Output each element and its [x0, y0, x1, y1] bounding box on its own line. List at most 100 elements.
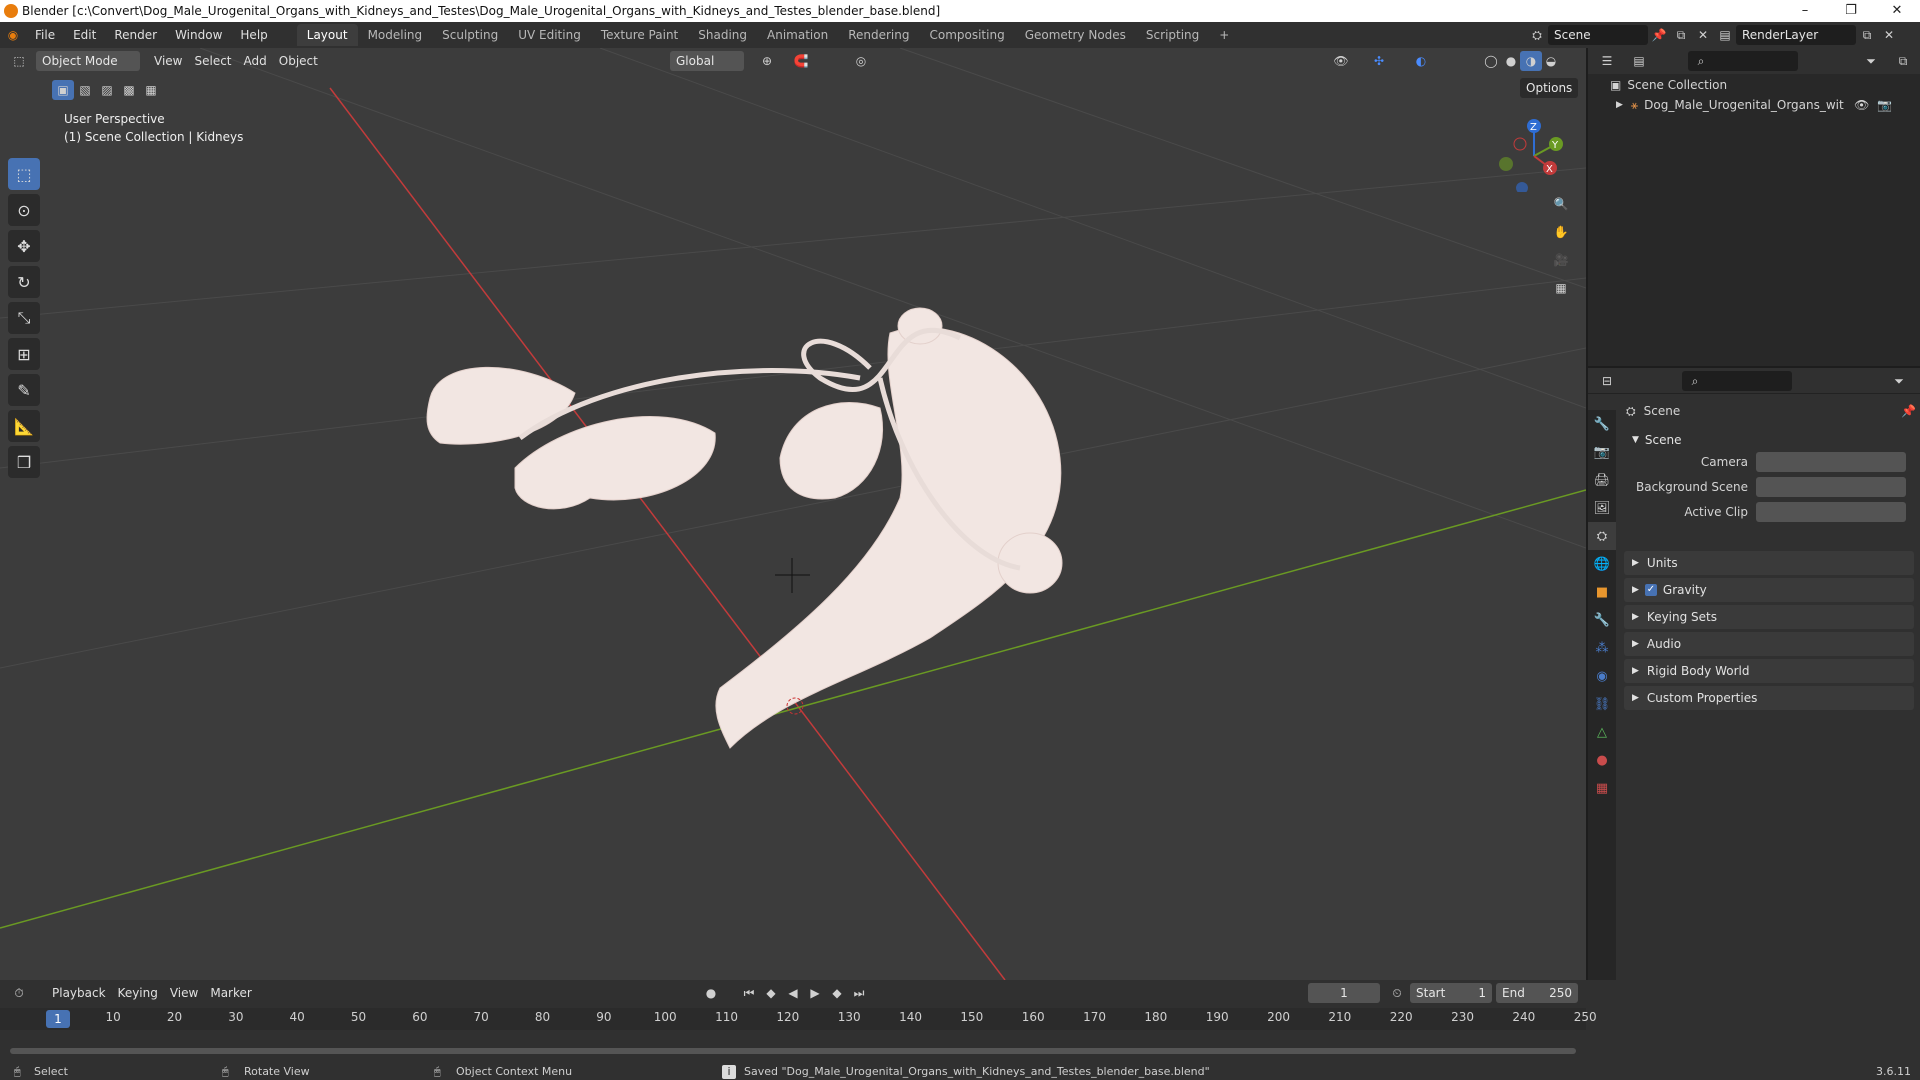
rotate-tool[interactable]: ↻ — [8, 266, 40, 298]
close-button[interactable]: ✕ — [1874, 0, 1920, 22]
record-icon[interactable]: ● — [700, 983, 722, 1003]
menu-render[interactable]: Render — [105, 28, 166, 42]
viewport-menu-select[interactable]: Select — [188, 51, 237, 71]
active-clip-field[interactable] — [1756, 502, 1906, 522]
timeline-menu-view[interactable]: View — [164, 983, 204, 1003]
physics-tab-icon[interactable]: ◉ — [1588, 662, 1616, 690]
pin-icon[interactable]: 📌 — [1648, 25, 1670, 45]
overlay-toggle-icon[interactable]: ◐ — [1410, 51, 1432, 71]
editor-type-icon[interactable]: ⬚ — [8, 51, 30, 71]
camera-view-icon[interactable]: 🎥 — [1550, 250, 1572, 270]
measure-tool[interactable]: 📐 — [8, 410, 40, 442]
menu-edit[interactable]: Edit — [64, 28, 105, 42]
timeline-scrollbar[interactable] — [10, 1048, 1576, 1054]
render-camera-icon[interactable]: 📷 — [1877, 98, 1892, 112]
tab-rendering[interactable]: Rendering — [838, 24, 919, 46]
select-extend-icon[interactable]: ▧ — [74, 80, 96, 100]
eye-visibility-icon[interactable]: 👁 — [1854, 98, 1869, 112]
start-frame-field[interactable]: Start 1 — [1410, 983, 1492, 1003]
new-scene-icon[interactable]: ⧉ — [1670, 25, 1692, 45]
expand-arrow-icon[interactable]: ▶ — [1616, 100, 1623, 110]
particles-tab-icon[interactable]: ⁂ — [1588, 634, 1616, 662]
menu-marker[interactable]: Marker — [204, 983, 257, 1003]
tool-tab-icon[interactable]: 🔧 — [1588, 410, 1616, 438]
material-tab-icon[interactable]: ● — [1588, 746, 1616, 774]
delete-scene-icon[interactable]: ✕ — [1692, 25, 1714, 45]
scale-tool[interactable]: ⤡ — [8, 302, 40, 334]
current-frame-marker[interactable]: 1 — [46, 1010, 70, 1028]
panel-scene[interactable]: ▼ Scene — [1624, 428, 1914, 452]
viewport-menu-object[interactable]: Object — [273, 51, 324, 71]
new-collection-icon[interactable]: ⧉ — [1892, 51, 1914, 71]
menu-keying[interactable]: Keying — [112, 983, 164, 1003]
pivot-icon[interactable]: ⊕ — [756, 51, 778, 71]
current-frame-field[interactable]: 1 — [1308, 983, 1380, 1003]
select-box-tool[interactable]: ⬚ — [8, 158, 40, 190]
viewport-menu-add[interactable]: Add — [238, 51, 273, 71]
tab-layout[interactable]: Layout — [296, 24, 358, 46]
frame-ruler[interactable]: 1 10 20 30 40 50 60 70 80 90 100 110 120 130 140 150 16… — [0, 1008, 1597, 1030]
panel-audio[interactable]: ▶ Audio — [1624, 632, 1914, 656]
pan-hand-icon[interactable]: ✋ — [1550, 222, 1572, 242]
move-tool[interactable]: ✥ — [8, 230, 40, 262]
wireframe-shading-icon[interactable]: ◯ — [1480, 51, 1502, 71]
outliner-editor-icon[interactable]: ☰ — [1596, 51, 1618, 71]
panel-units[interactable]: ▶ Units — [1624, 551, 1914, 575]
visibility-icon[interactable]: 👁 — [1330, 51, 1352, 71]
3d-viewport[interactable]: ⬚ Object Mode View Select Add Object Glo… — [0, 48, 1586, 980]
snap-icon[interactable]: 🧲 — [790, 51, 812, 71]
menu-file[interactable]: File — [26, 28, 64, 42]
gravity-checkbox[interactable]: ✓ — [1644, 584, 1657, 596]
add-workspace-button[interactable]: + — [1209, 24, 1239, 46]
proportional-edit-icon[interactable]: ◎ — [850, 51, 872, 71]
outliner-row-model[interactable]: ▶ ⚹ Dog_Male_Urogenital_Organs_with_Kidr… — [1616, 94, 1916, 116]
tab-sculpting[interactable]: Sculpting — [432, 24, 508, 46]
rendered-shading-icon[interactable]: ◒ — [1540, 51, 1562, 71]
scene-icon[interactable]: ⛭ — [1526, 25, 1548, 45]
solid-shading-icon[interactable]: ● — [1500, 51, 1522, 71]
play-icon[interactable]: ▶ — [804, 983, 826, 1003]
select-new-icon[interactable]: ▣ — [52, 80, 74, 100]
perspective-toggle-icon[interactable]: ▦ — [1550, 278, 1572, 298]
end-frame-field[interactable]: End 250 — [1496, 983, 1578, 1003]
tab-shading[interactable]: Shading — [688, 24, 757, 46]
data-tab-icon[interactable]: △ — [1588, 718, 1616, 746]
select-intersect-icon[interactable]: ▦ — [140, 80, 162, 100]
tab-texture-paint[interactable]: Texture Paint — [591, 24, 688, 46]
jump-end-icon[interactable]: ⏭ — [848, 983, 870, 1003]
add-cube-tool[interactable]: ❒ — [8, 446, 40, 478]
panel-rigid-body-world[interactable]: ▶ Rigid Body World — [1624, 659, 1914, 683]
output-tab-icon[interactable]: 🖨 — [1588, 466, 1616, 494]
select-invert-icon[interactable]: ▩ — [118, 80, 140, 100]
zoom-icon[interactable]: 🔍 — [1550, 194, 1572, 214]
menu-window[interactable]: Window — [166, 28, 231, 42]
delete-view-layer-icon[interactable]: ✕ — [1878, 25, 1900, 45]
mode-selector[interactable]: Object Mode — [36, 51, 140, 71]
urogenital-model[interactable] — [426, 307, 1063, 749]
texture-tab-icon[interactable]: ▦ — [1588, 774, 1616, 802]
material-shading-icon[interactable]: ◑ — [1520, 51, 1542, 71]
options-button[interactable]: Options — [1520, 78, 1579, 98]
jump-start-icon[interactable]: ⏮ — [738, 983, 760, 1003]
view-layer-selector[interactable]: RenderLayer — [1736, 25, 1856, 45]
blender-menu-icon[interactable]: ◉ — [0, 28, 26, 42]
outliner-row-scene-collection[interactable]: ▣ Scene Collection — [1610, 74, 1727, 96]
background-scene-field[interactable] — [1756, 477, 1906, 497]
new-view-layer-icon[interactable]: ⧉ — [1856, 25, 1878, 45]
world-tab-icon[interactable]: 🌐 — [1588, 550, 1616, 578]
cursor-tool[interactable]: ⊙ — [8, 194, 40, 226]
preview-range-icon[interactable]: ⏲ — [1386, 983, 1408, 1003]
annotate-tool[interactable]: ✎ — [8, 374, 40, 406]
menu-help[interactable]: Help — [231, 28, 276, 42]
object-tab-icon[interactable]: ■ — [1588, 578, 1616, 606]
filter-icon[interactable]: ⏷ — [1860, 51, 1882, 71]
panel-keying-sets[interactable]: ▶ Keying Sets — [1624, 605, 1914, 629]
navigation-gizmo[interactable]: Z Y X — [1490, 112, 1570, 192]
pin-context-icon[interactable]: 📌 — [1901, 404, 1916, 418]
prev-keyframe-icon[interactable]: ◆ — [760, 983, 782, 1003]
menu-playback[interactable]: Playback — [46, 983, 112, 1003]
viewport-menu-view[interactable]: View — [148, 51, 188, 71]
next-keyframe-icon[interactable]: ◆ — [826, 983, 848, 1003]
play-reverse-icon[interactable]: ◀ — [782, 983, 804, 1003]
constraints-tab-icon[interactable]: ⛓ — [1588, 690, 1616, 718]
